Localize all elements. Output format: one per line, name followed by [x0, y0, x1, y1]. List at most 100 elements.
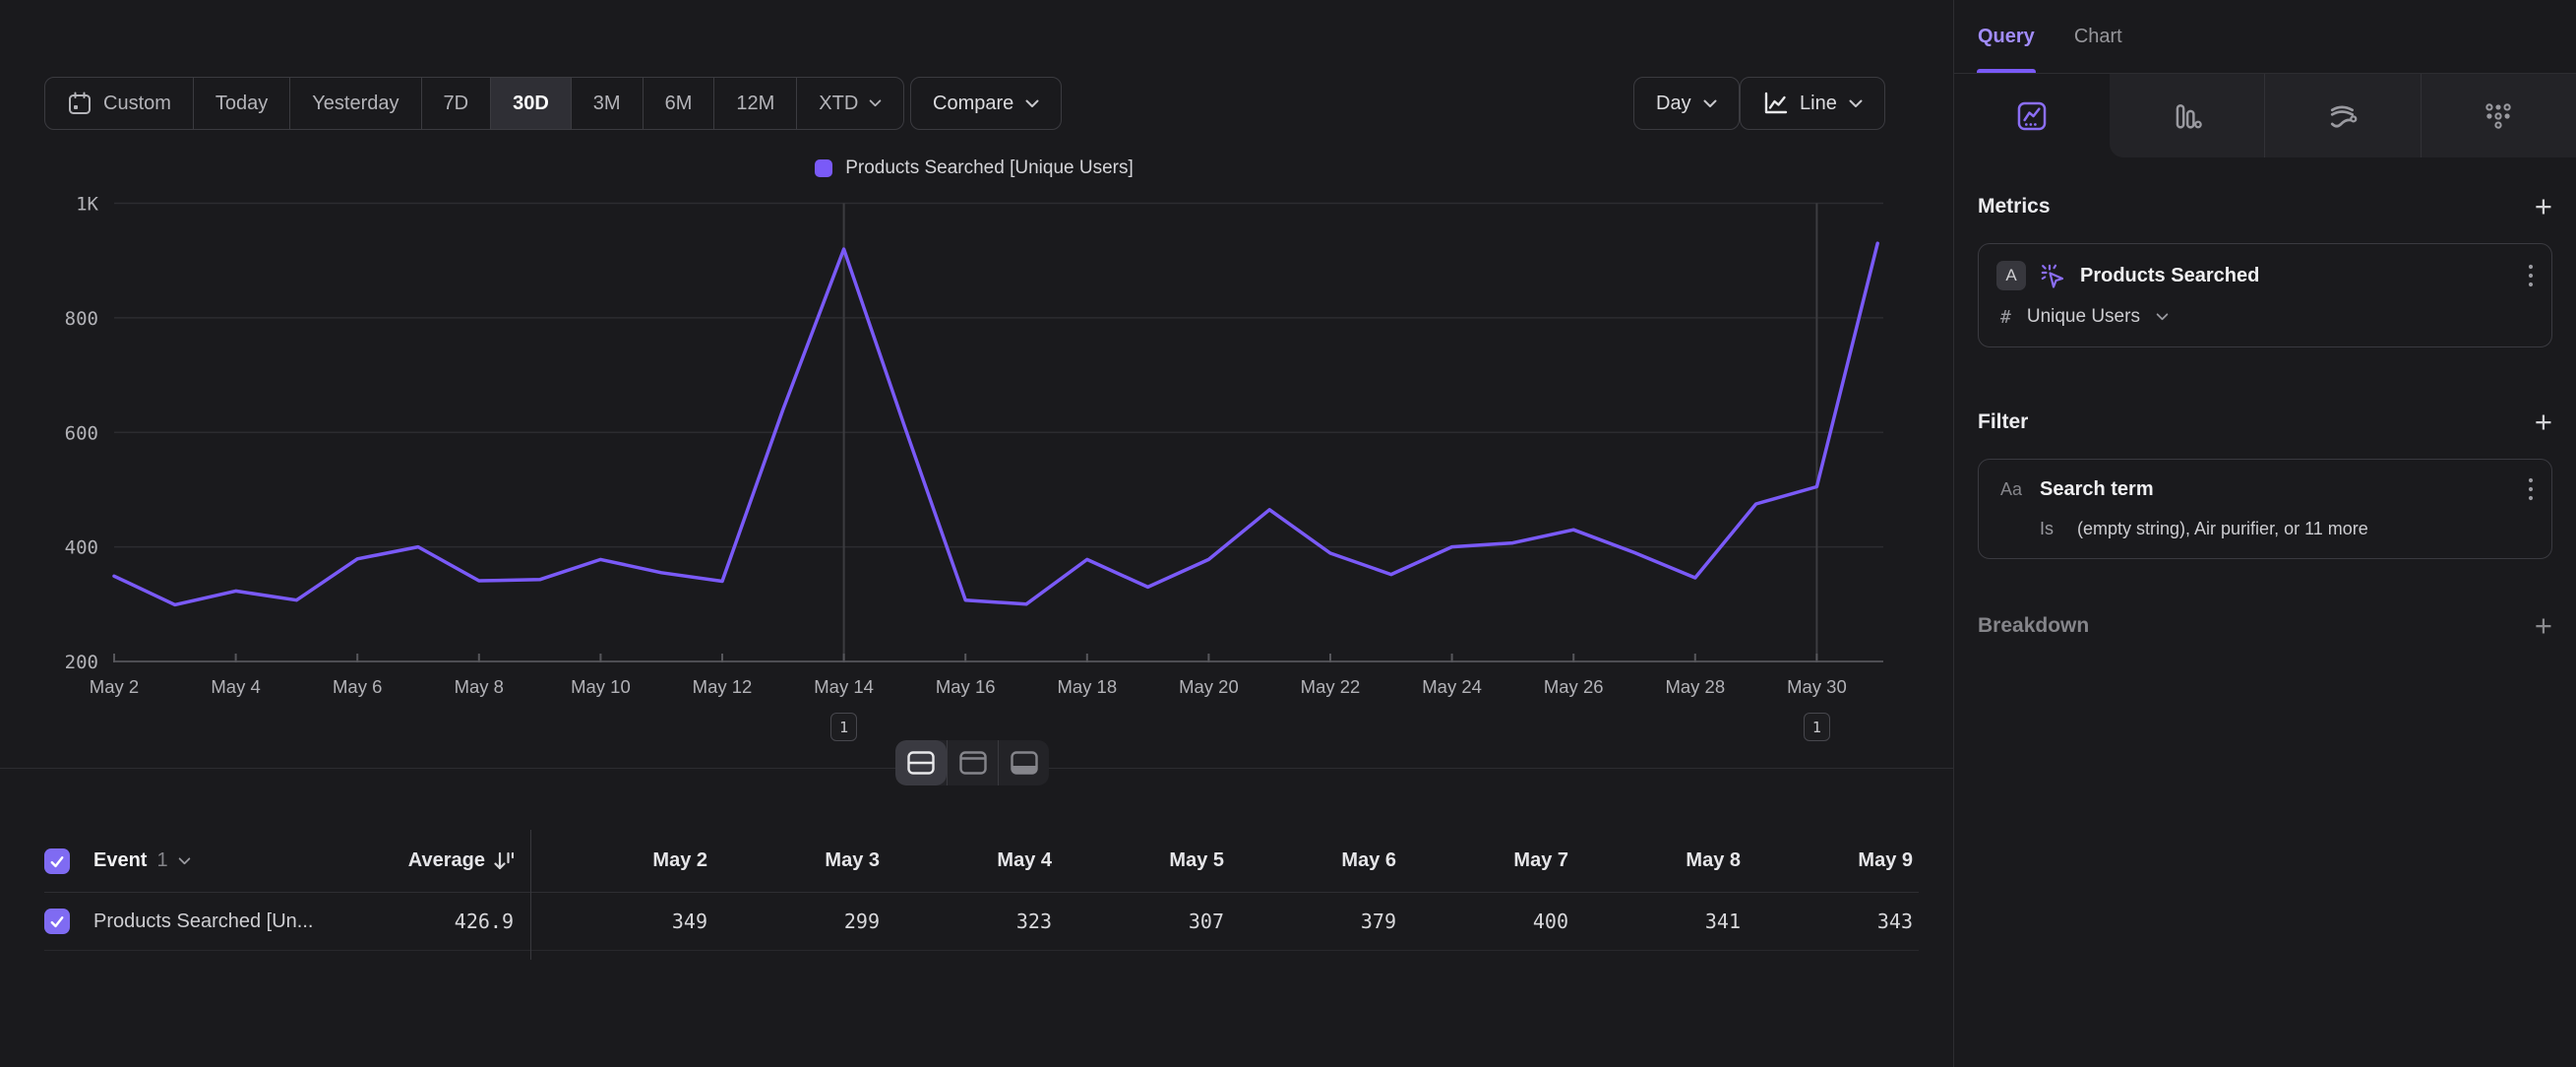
chart-type-button[interactable]: Line [1740, 77, 1885, 130]
metric-name: Products Searched [2080, 265, 2514, 287]
funnels-icon [2170, 99, 2203, 133]
x-tick-label: May 18 [1057, 676, 1117, 697]
x-tick-label: May 8 [455, 676, 504, 697]
table-data-row: Products Searched [Un... 426.9 349299323… [44, 893, 1919, 951]
view-toggle-table-only[interactable] [998, 740, 1049, 785]
cell-value: 299 [713, 910, 886, 933]
column-header[interactable]: May 2 [541, 849, 713, 872]
date-range-30d[interactable]: 30D [490, 78, 571, 129]
cell-value: 323 [886, 910, 1058, 933]
date-range-7d[interactable]: 7D [421, 78, 491, 129]
granularity-button[interactable]: Day [1633, 77, 1740, 130]
line-chart-icon [1762, 91, 1788, 116]
date-range-label: 12M [736, 93, 774, 115]
metric-card[interactable]: A Products Searched # Unique Users [1978, 243, 2552, 347]
panel-tab-bar: Query Chart [1954, 0, 2576, 74]
check-icon [48, 912, 66, 930]
column-header[interactable]: May 5 [1058, 849, 1230, 872]
query-panel: Query Chart [1953, 0, 2576, 1067]
y-tick-label: 600 [65, 422, 98, 444]
aggregation-selector[interactable]: Unique Users [2027, 306, 2140, 328]
series-line[interactable] [114, 243, 1877, 604]
event-header-cell[interactable]: Event 1 [93, 849, 318, 872]
event-cursor-icon [2040, 263, 2066, 289]
date-range-6m[interactable]: 6M [643, 78, 714, 129]
y-tick-label: 800 [65, 308, 98, 330]
metrics-section-header: Metrics + [1978, 191, 2552, 221]
tab-query[interactable]: Query [1978, 26, 2035, 48]
tab-funnels[interactable] [2110, 74, 2265, 157]
x-tick-label: May 14 [814, 676, 874, 697]
cell-value: 341 [1574, 910, 1747, 933]
date-range-12m[interactable]: 12M [713, 78, 796, 129]
average-value: 426.9 [318, 910, 520, 933]
string-type-badge: Aa [1996, 479, 2026, 500]
column-header[interactable]: May 6 [1230, 849, 1402, 872]
date-range-label: 7D [444, 93, 469, 115]
chevron-down-icon [1025, 99, 1039, 108]
date-range-label: Custom [103, 93, 171, 115]
chevron-down-icon [2156, 313, 2169, 321]
x-tick-label: May 30 [1787, 676, 1847, 697]
date-range-label: Today [215, 93, 268, 115]
column-header[interactable]: May 9 [1747, 849, 1919, 872]
column-header[interactable]: May 7 [1402, 849, 1574, 872]
date-range-label: 30D [513, 93, 549, 115]
filter-property-name: Search term [2040, 478, 2514, 501]
select-all-checkbox[interactable] [44, 848, 70, 874]
row-checkbox[interactable] [44, 909, 70, 934]
date-range-xtd[interactable]: XTD [796, 78, 903, 129]
average-header-cell[interactable]: Average [318, 849, 520, 872]
data-table: Event 1 Average May 2May 3May 4May 5May … [44, 830, 1919, 951]
insights-icon [2015, 99, 2049, 133]
kebab-menu-icon[interactable] [2528, 476, 2534, 502]
filter-value[interactable]: (empty string), Air purifier, or 11 more [2077, 519, 2368, 539]
filter-card[interactable]: Aa Search term Is (empty string), Air pu… [1978, 459, 2552, 559]
filter-section-header: Filter + [1978, 407, 2552, 437]
table-only-icon [1010, 750, 1039, 776]
annotation-badge[interactable]: 1 [1804, 713, 1830, 741]
kebab-menu-icon[interactable] [2528, 263, 2534, 288]
series-name: Products Searched [Un... [93, 910, 318, 933]
view-toggle-split-view[interactable] [895, 740, 947, 785]
filter-operator[interactable]: Is [2040, 519, 2054, 539]
y-tick-label: 1K [76, 194, 98, 216]
view-toggle-chart-only[interactable] [947, 740, 998, 785]
column-header[interactable]: May 4 [886, 849, 1058, 872]
x-tick-label: May 2 [90, 676, 139, 697]
tab-more-reports[interactable] [2421, 74, 2576, 157]
date-range-yesterday[interactable]: Yesterday [289, 78, 420, 129]
x-tick-label: May 16 [936, 676, 996, 697]
x-tick-label: May 20 [1179, 676, 1239, 697]
compare-button[interactable]: Compare [910, 77, 1062, 130]
column-header[interactable]: May 8 [1574, 849, 1747, 872]
main-area: Custom Today Yesterday 7D 30D 3M6M 12M XTD Comp… [0, 0, 1953, 1067]
chart-legend: Products Searched [Unique Users] [0, 157, 1948, 179]
add-breakdown-button[interactable]: + [2535, 610, 2552, 641]
add-filter-button[interactable]: + [2535, 407, 2552, 437]
table-header-row: Event 1 Average May 2May 3May 4May 5May … [44, 830, 1919, 893]
date-range-custom[interactable]: Custom [45, 78, 193, 129]
column-header[interactable]: May 3 [713, 849, 886, 872]
chart-type-label: Line [1800, 93, 1837, 115]
tab-insights[interactable] [1954, 74, 2110, 157]
cell-value: 343 [1747, 910, 1919, 933]
view-toggle-group [895, 740, 1049, 785]
panel-body: Metrics + A Products Searched [1954, 191, 2576, 641]
annotation-badge[interactable]: 1 [830, 713, 857, 741]
filter-heading: Filter [1978, 410, 2028, 434]
date-range-today[interactable]: Today [193, 78, 289, 129]
line-chart[interactable]: 1K800600400200May 2May 4May 6May 8May 10… [0, 187, 1948, 758]
add-metric-button[interactable]: + [2535, 191, 2552, 221]
more-reports-icon [2482, 99, 2515, 133]
tab-flows[interactable] [2264, 74, 2421, 157]
tab-chart[interactable]: Chart [2074, 26, 2122, 48]
x-tick-label: May 6 [333, 676, 382, 697]
metric-letter-badge: A [1996, 261, 2026, 290]
date-range-3m[interactable]: 3M [571, 78, 643, 129]
row-checkbox-cell [44, 909, 93, 934]
x-tick-label: May 24 [1422, 676, 1482, 697]
event-label: Event [93, 849, 147, 872]
flows-icon [2326, 99, 2360, 133]
breakdown-section-header: Breakdown + [1978, 610, 2552, 641]
